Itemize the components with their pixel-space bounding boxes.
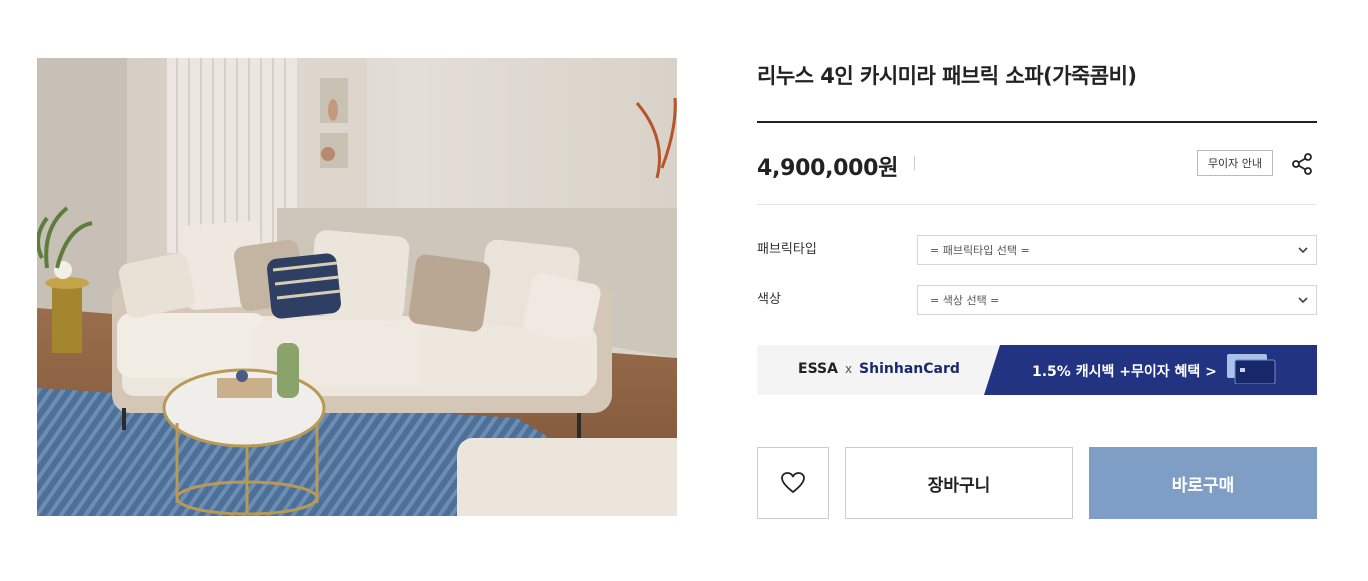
banner-brand-group: ESSA x ShinhanCard [798, 361, 960, 377]
heart-icon [781, 472, 805, 493]
share-icon [1292, 153, 1312, 175]
color-select[interactable]: = 색상 선택 = [917, 285, 1317, 315]
fabric-type-select[interactable]: = 패브릭타입 선택 = [917, 235, 1317, 265]
title-divider [757, 121, 1317, 123]
option-label-color: 색상 [757, 292, 781, 307]
option-label-fabric-type: 패브릭타입 [757, 242, 817, 257]
fabric-type-select-value: = 패브릭타입 선택 = [930, 244, 1030, 257]
sofa-photo [37, 58, 677, 516]
banner-partner-logo: ShinhanCard [859, 361, 960, 377]
banner-promo-text: 1.5% 캐시백 +무이자 혜택 > [1032, 364, 1217, 380]
chevron-down-icon [1298, 297, 1308, 304]
card-promo-banner[interactable]: ESSA x ShinhanCard 1.5% 캐시백 +무이자 혜택 > [757, 345, 1317, 395]
chevron-down-icon [1298, 247, 1308, 254]
add-to-cart-button[interactable]: 장바구니 [845, 447, 1073, 519]
installment-info-button[interactable]: 무이자 안내 [1197, 150, 1273, 176]
banner-brand: ESSA [798, 361, 838, 377]
price-separator [914, 156, 915, 170]
price-divider [757, 204, 1317, 205]
product-price: 4,900,000원 [757, 156, 899, 181]
share-button[interactable] [1288, 150, 1316, 178]
credit-card-icon [1227, 354, 1276, 384]
banner-separator: x [844, 362, 853, 376]
buy-now-button[interactable]: 바로구매 [1089, 447, 1317, 519]
product-title: 리누스 4인 카시미라 패브릭 소파(가죽콤비) [757, 64, 1137, 88]
wishlist-button[interactable] [757, 447, 829, 519]
product-image[interactable] [37, 58, 677, 516]
color-select-value: = 색상 선택 = [930, 294, 1000, 307]
